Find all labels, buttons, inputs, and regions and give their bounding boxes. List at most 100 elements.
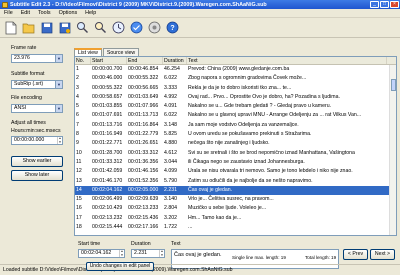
- table-row[interactable]: 3 00:00:55.322 00:00:56.665 3.333 Rekla je d…: [75, 84, 396, 93]
- encoding-select[interactable]: ANSI ▼: [11, 104, 63, 113]
- cell-start: 00:01:42.059: [92, 168, 123, 175]
- cell-start: 00:01:07.691: [92, 112, 123, 119]
- cell-start: 00:02:04.162: [92, 186, 123, 193]
- table-row[interactable]: 9 00:01:22.771 00:01:26.651 4.880 nečega što…: [75, 139, 396, 148]
- new-file-icon[interactable]: [3, 20, 18, 35]
- next-button[interactable]: Next >: [370, 249, 395, 260]
- cell-start: 00:00:58.657: [92, 93, 123, 100]
- menu-tools[interactable]: Tools: [34, 10, 55, 16]
- table-row[interactable]: 6 00:01:07.691 00:01:13.713 6.022 Nakalno se…: [75, 111, 396, 120]
- cell-start: 00:02:06.499: [92, 196, 123, 203]
- cell-start: 00:00:46.000: [92, 75, 123, 82]
- vertical-scrollbar[interactable]: [389, 65, 396, 235]
- start-time-input[interactable]: 00:02:04.162 ▲ ▼: [78, 249, 125, 258]
- frame-rate-label: Frame rate: [11, 45, 37, 51]
- cell-end: 00:01:46.156: [128, 168, 159, 175]
- menu-file[interactable]: File: [0, 10, 17, 16]
- cell-end: 00:01:36.356: [128, 158, 159, 165]
- table-row[interactable]: 12 00:01:42.059 00:01:46.156 4.099 Urala se …: [75, 167, 396, 176]
- window-title: Subtitle Edit 2.3 - D:\Video\Filmovi\Dis…: [10, 1, 267, 8]
- table-row[interactable]: 11 00:01:33.312 00:01:36.356 3.044 ili Čikag…: [75, 158, 396, 167]
- show-earlier-button[interactable]: Show earlier: [11, 156, 63, 167]
- adjust-time-input[interactable]: 00:00:00.000 ▲ ▼: [11, 136, 63, 145]
- cell-start: 00:01:22.771: [92, 140, 123, 147]
- duration-input[interactable]: 2.231 ▲ ▼: [131, 249, 165, 258]
- column-header-end[interactable]: End: [127, 57, 163, 64]
- chevron-down-icon[interactable]: ▼: [55, 105, 62, 112]
- format-select[interactable]: SubRip (.srt) ▼: [11, 80, 63, 89]
- table-row[interactable]: 15 00:02:06.499 00:02:09.639 3.140 Vrlo je..…: [75, 195, 396, 204]
- prev-button[interactable]: < Prev: [343, 249, 368, 260]
- close-button[interactable]: ×: [390, 1, 399, 8]
- table-body: 1 00:00:00.700 00:00:46.854 46.254 Prevod: C…: [75, 65, 396, 232]
- scrollbar-thumb[interactable]: [391, 79, 396, 91]
- chevron-down-icon[interactable]: ▼: [55, 55, 62, 62]
- cell-start: 00:00:55.322: [92, 84, 123, 91]
- cell-duration: 3.333: [164, 84, 177, 91]
- menu-help[interactable]: Help: [81, 10, 100, 16]
- undo-changes-button[interactable]: Undo changes in edit panel: [86, 262, 154, 271]
- table-row[interactable]: 10 00:01:28.700 00:01:33.312 4.612 Svi su se…: [75, 149, 396, 158]
- table-header: No. Start End Duration Text: [75, 57, 396, 65]
- replace-icon[interactable]: [93, 20, 108, 35]
- table-row[interactable]: 2 00:00:46.000 00:00:55.322 6.022 Zbog napor…: [75, 74, 396, 83]
- save-icon[interactable]: [39, 20, 54, 35]
- table-row[interactable]: 1 00:00:00.700 00:00:46.854 46.254 Prevod: C…: [75, 65, 396, 74]
- cell-number: 2: [76, 75, 79, 82]
- column-header-number[interactable]: No.: [75, 57, 91, 64]
- cell-number: 8: [76, 131, 79, 138]
- table-row[interactable]: 16 00:02:10.429 00:02:13.233 2.804 Muzičko u…: [75, 204, 396, 213]
- open-folder-icon[interactable]: [21, 20, 36, 35]
- settings-icon[interactable]: [147, 20, 162, 35]
- subtitle-table[interactable]: No. Start End Duration Text 1 00:00:00.70…: [74, 56, 397, 236]
- cell-end: 00:01:33.312: [128, 149, 159, 156]
- single-line-info: Single line max. length: 19: [232, 255, 286, 260]
- cell-text: ili Čikaga nego se zaustavio iznad Johan…: [188, 158, 305, 165]
- minimize-button[interactable]: _: [370, 1, 379, 8]
- cell-text: Nakalno se u... Gde trebam gledati ? - G…: [188, 103, 332, 110]
- cell-start: 00:00:00.700: [92, 66, 123, 72]
- spell-check-icon[interactable]: [129, 20, 144, 35]
- chevron-down-icon[interactable]: ▼: [55, 81, 62, 88]
- find-icon[interactable]: [75, 20, 90, 35]
- spin-arrows-icon[interactable]: ▲ ▼: [57, 136, 62, 144]
- spin-arrows-icon[interactable]: ▲ ▼: [159, 249, 164, 257]
- cell-duration: 3.202: [164, 214, 177, 221]
- column-header-start[interactable]: Start: [91, 57, 127, 64]
- cell-text: nečega što nije zanašnjeg i ljudsko.: [188, 140, 270, 147]
- help-icon[interactable]: ?: [165, 20, 180, 35]
- cell-number: 5: [76, 103, 79, 110]
- menu-edit[interactable]: Edit: [17, 10, 34, 16]
- cell-start: 00:01:46.170: [92, 177, 123, 184]
- cell-number: 17: [76, 214, 82, 221]
- show-later-button[interactable]: Show later: [11, 170, 63, 181]
- cell-end: 00:01:52.356: [128, 177, 159, 184]
- table-row[interactable]: 18 00:02:15.444 00:02:17.166 1.722...: [75, 223, 396, 232]
- spin-arrows-icon[interactable]: ▲ ▼: [119, 249, 124, 257]
- cell-duration: 5.790: [164, 177, 177, 184]
- adjust-sublabel: Hours:min:sec.msecs: [11, 128, 61, 134]
- menu-options[interactable]: Options: [55, 10, 82, 16]
- maximize-button[interactable]: □: [380, 1, 389, 8]
- save-as-icon[interactable]: [57, 20, 72, 35]
- table-row[interactable]: 4 00:00:58.657 00:01:03.649 4.992 Ovaj rad..…: [75, 93, 396, 102]
- cell-number: 1: [76, 66, 79, 72]
- cell-number: 18: [76, 224, 82, 231]
- cell-duration: 2.804: [164, 205, 177, 212]
- cell-end: 00:01:13.713: [128, 112, 159, 119]
- encoding-value: ANSI: [14, 105, 27, 111]
- table-row[interactable]: 14 00:02:04.162 00:02:05.000 2.231 Čas ovaj …: [75, 185, 396, 196]
- table-row[interactable]: 8 00:01:16.949 00:01:22.779 5.825 U ovom ure…: [75, 130, 396, 139]
- table-row[interactable]: 13 00:01:46.170 00:01:52.356 5.790 Zatim su …: [75, 177, 396, 186]
- frame-rate-input[interactable]: 23.976 ▼: [11, 54, 63, 63]
- table-row[interactable]: 5 00:01:03.855 00:01:07.966 4.091 Nakalno se…: [75, 102, 396, 111]
- table-row[interactable]: 17 00:02:13.232 00:02:15.436 3.202 Hm... Tam…: [75, 214, 396, 223]
- cell-duration: 4.099: [164, 168, 177, 175]
- cell-number: 4: [76, 93, 79, 100]
- column-header-duration[interactable]: Duration: [163, 57, 187, 64]
- table-row[interactable]: 7 00:01:13.716 00:01:16.864 3.148 Ja sam moj…: [75, 121, 396, 130]
- total-length-info: Total length: 19: [305, 255, 337, 260]
- subtitle-text-value: Čas ovaj je gledan.: [174, 252, 222, 258]
- column-header-text[interactable]: Text: [187, 57, 387, 64]
- visual-sync-icon[interactable]: [111, 20, 126, 35]
